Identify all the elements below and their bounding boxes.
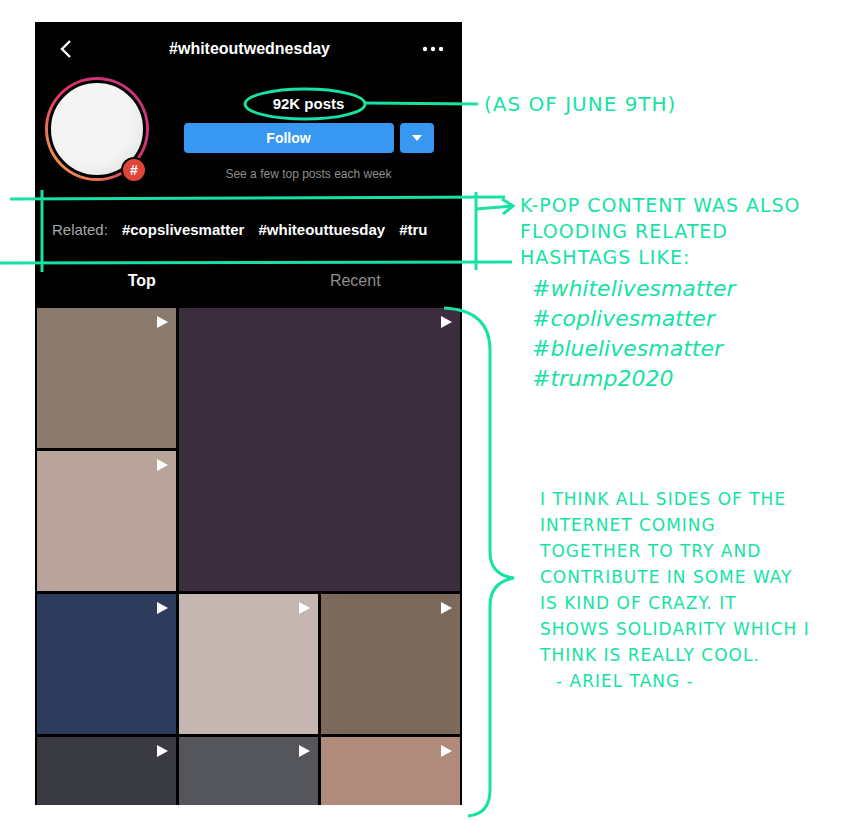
brace-icon	[444, 308, 514, 816]
tab-bar: TopRecent	[35, 258, 462, 304]
tab[interactable]: Recent	[249, 258, 463, 304]
related-note: K-POP CONTENT WAS ALSO FLOODING RELATED …	[520, 192, 840, 270]
more-button[interactable]	[418, 37, 448, 61]
post-tile[interactable]	[37, 451, 176, 591]
hashtag-list: #whitelivesmatter#coplivesmatter#blueliv…	[532, 274, 859, 394]
back-chevron-icon	[59, 39, 73, 59]
video-play-icon	[155, 744, 169, 758]
more-dots-icon	[422, 46, 444, 52]
phone-screen: #whiteoutwednesday #92K posts Follow See a …	[35, 22, 462, 805]
related-row: Related: #copslivesmatter #whiteouttuesday…	[35, 200, 462, 258]
post-tile[interactable]	[37, 737, 176, 805]
profile-info: 92K posts Follow See a few top posts each …	[149, 77, 452, 200]
video-play-icon	[155, 601, 169, 615]
hashtag-note: #whitelivesmatter	[532, 274, 859, 304]
caret-down-icon	[412, 135, 422, 141]
post-tile[interactable]	[179, 737, 318, 805]
video-play-icon	[297, 744, 311, 758]
post-tile[interactable]	[321, 737, 460, 805]
highlight-box-icon	[0, 190, 512, 272]
hashtag-title: #whiteoutwednesday	[169, 40, 330, 58]
pointer-line-icon	[365, 103, 478, 104]
video-play-icon	[439, 744, 453, 758]
hashtag-avatar: #	[45, 77, 149, 181]
follow-note: See a few top posts each week	[225, 167, 391, 181]
post-grid	[35, 304, 462, 805]
header-bar: #whiteoutwednesday	[35, 22, 462, 75]
posts-note: (AS OF JUNE 9TH)	[484, 90, 859, 118]
post-count: 92K posts	[273, 95, 345, 113]
annotated-screenshot: #whiteoutwednesday #92K posts Follow See a …	[0, 0, 859, 820]
annotation-marks	[0, 0, 859, 820]
related-tag[interactable]: #copslivesmatter	[122, 221, 245, 238]
hashtag-profile: #92K posts Follow See a few top posts each…	[35, 75, 462, 200]
tab[interactable]: Top	[35, 258, 249, 304]
quote-note: I THINK ALL SIDES OF THE INTERNET COMING…	[540, 486, 810, 668]
video-play-icon	[155, 458, 169, 472]
post-tile[interactable]	[321, 594, 460, 734]
post-tile[interactable]	[179, 308, 460, 591]
button-row: Follow	[184, 123, 434, 153]
post-tile[interactable]	[37, 594, 176, 734]
hashtag-note: #coplivesmatter	[532, 304, 859, 334]
hashtag-badge: #	[121, 157, 147, 183]
post-tile[interactable]	[179, 594, 318, 734]
arrow-icon	[476, 199, 513, 214]
related-tag[interactable]: #whiteouttuesday	[258, 221, 385, 238]
video-play-icon	[155, 315, 169, 329]
related-label: Related:	[52, 221, 108, 238]
quote-author: - ARIEL TANG -	[556, 668, 859, 694]
post-tile[interactable]	[37, 308, 176, 448]
highlight-circle-icon	[245, 89, 365, 119]
hashtag-note: #trump2020	[532, 364, 859, 394]
hashtag-note: #bluelivesmatter	[532, 334, 859, 364]
annotation-column: (AS OF JUNE 9TH) K-POP CONTENT WAS ALSO F…	[462, 0, 859, 694]
back-button[interactable]	[51, 37, 81, 61]
video-play-icon	[297, 601, 311, 615]
related-tag[interactable]: #tru	[399, 221, 427, 238]
video-play-icon	[439, 601, 453, 615]
video-play-icon	[439, 315, 453, 329]
dropdown-button[interactable]	[400, 123, 434, 153]
follow-button[interactable]: Follow	[184, 123, 394, 153]
